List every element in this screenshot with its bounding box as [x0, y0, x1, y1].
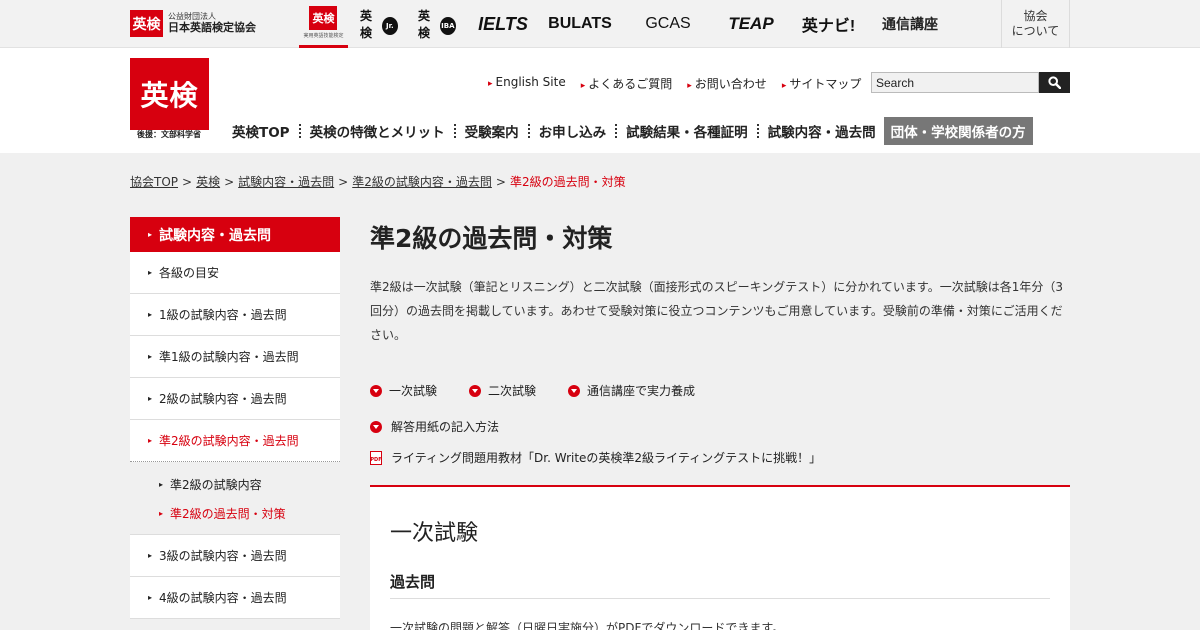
sidebar-subitem-pre2-content[interactable]: 準2級の試験内容 [130, 470, 340, 499]
ielts-logo-text: IELTS [478, 13, 528, 34]
nav-eiken-top[interactable]: 英検TOP [232, 121, 296, 141]
writing-material-pdf-link[interactable]: PDF ライティング問題用教材「Dr. Writeの英検準2級ライティングテスト… [370, 449, 1070, 466]
nav-exam-guide[interactable]: 受験案内 [459, 121, 525, 141]
brand-link-eiken-jr[interactable]: 英検 Jr. [360, 0, 398, 48]
util-link-faq[interactable]: よくあるご質問 [581, 75, 672, 92]
sidebar-item-grade-pre2[interactable]: 準2級の試験内容・過去問 [130, 420, 340, 462]
eiken-navi-logo-text: 英ナビ! [801, 18, 856, 35]
sidebar-item-grade4[interactable]: 4級の試験内容・過去問 [130, 577, 340, 619]
breadcrumb-link-eiken[interactable]: 英検 [196, 175, 220, 189]
eiken-brand-mark: 英検 [309, 6, 338, 30]
brand-link-eiken-iba[interactable]: 英検 IBA [418, 0, 456, 48]
global-nav: 英検TOP 英検の特徴とメリット 受験案内 お申し込み 試験結果・各種証明 試験… [232, 117, 1033, 145]
brand-link-tsushin[interactable]: 通信講座 [879, 0, 941, 48]
utility-nav: English Site よくあるご質問 お問い合わせ サイトマップ [488, 75, 862, 92]
sidebar-subitem-pre2-past-papers[interactable]: 準2級の過去問・対策 [130, 499, 340, 528]
sidebar-item-grade-guide[interactable]: 各級の目安 [130, 252, 340, 294]
answer-sheet-guide-link[interactable]: 解答用紙の記入方法 [370, 418, 1070, 435]
page-title: 準2級の過去問・対策 [370, 224, 613, 253]
writing-material-label: ライティング問題用教材「Dr. Writeの英検準2級ライティングテストに挑戦！… [391, 451, 822, 465]
nav-divider [615, 124, 618, 138]
eiken-iba-word: 英検 [418, 9, 431, 40]
pdf-icon: PDF [370, 450, 382, 465]
org-logo-line2: 日本英語検定協会 [168, 20, 256, 34]
top-brand-bar: 英検 公益財団法人 日本英語検定協会 英検 実用英語技能検定 英検 Jr. 英検… [0, 0, 1200, 48]
brand-link-ielts[interactable]: IELTS [476, 0, 530, 48]
arrow-down-icon [370, 420, 382, 433]
arrow-down-icon [469, 384, 482, 397]
search-icon [1048, 76, 1061, 89]
breadcrumb-link-home[interactable]: 協会TOP [130, 175, 178, 189]
nav-groups-schools[interactable]: 団体・学校関係者の方 [883, 117, 1033, 145]
nav-divider [527, 124, 530, 138]
eiken-jr-badge: Jr. [381, 17, 398, 35]
gcas-logo-text: GCAS [645, 15, 691, 32]
org-logo-mark: 英検 [130, 10, 163, 37]
sidebar: 試験内容・過去問 各級の目安 1級の試験内容・過去問 準1級の試験内容・過去問 … [130, 217, 340, 619]
anchor-link-first-stage[interactable]: 一次試験 [370, 382, 437, 399]
tsushin-link-text: 通信講座 [882, 17, 938, 33]
nav-exam-content[interactable]: 試験内容・過去問 [762, 121, 882, 141]
eiken-iba-badge: IBA [439, 17, 456, 35]
util-link-contact[interactable]: お問い合わせ [687, 75, 767, 92]
first-stage-section: 一次試験 過去問 一次試験の問題と解答（日曜日実施分）がPDFでダウンロードでき… [370, 485, 1070, 630]
section-text: 一次試験の問題と解答（日曜日実施分）がPDFでダウンロードできます。 [390, 621, 785, 630]
util-link-english-site[interactable]: English Site [488, 75, 566, 92]
nav-features[interactable]: 英検の特徴とメリット [304, 121, 451, 141]
org-logo[interactable]: 英検 公益財団法人 日本英語検定協会 [130, 10, 256, 37]
section-subtitle: 過去問 [390, 571, 1050, 599]
main-content: 準2級の過去問・対策 準2級は一次試験（筆記とリスニング）と二次試験（面接形式の… [370, 217, 1070, 466]
brand-link-gcas[interactable]: GCAS [633, 0, 703, 48]
nav-divider [453, 124, 456, 138]
brand-link-eiken-navi[interactable]: 英ナビ! [800, 0, 857, 48]
brand-link-bulats[interactable]: BULATS [548, 0, 612, 48]
nav-apply[interactable]: お申し込み [533, 121, 613, 141]
site-search [871, 72, 1070, 93]
sidebar-subnav: 準2級の試験内容 準2級の過去問・対策 [130, 462, 340, 535]
logo-caption: 後援：文部科学省 [137, 130, 201, 139]
anchor-link-second-stage[interactable]: 二次試験 [469, 382, 536, 399]
anchor-link-label: 一次試験 [389, 384, 438, 398]
section-title: 一次試験 [390, 521, 479, 546]
nav-results[interactable]: 試験結果・各種証明 [620, 121, 754, 141]
sidebar-item-grade-pre1[interactable]: 準1級の試験内容・過去問 [130, 336, 340, 378]
anchor-link-correspondence-course[interactable]: 通信講座で実力養成 [568, 382, 695, 399]
breadcrumb: 協会TOP > 英検 > 試験内容・過去問 > 準2級の試験内容・過去問 > 準2級の過去問・対… [130, 175, 626, 189]
answer-sheet-guide-label: 解答用紙の記入方法 [391, 420, 500, 434]
about-link-line1: 協会 [1023, 9, 1048, 23]
breadcrumb-current: 準2級の過去問・対策 [509, 175, 626, 189]
about-link-line2: について [1011, 24, 1060, 38]
arrow-down-icon [370, 384, 382, 397]
sidebar-item-grade3[interactable]: 3級の試験内容・過去問 [130, 535, 340, 577]
site-header: 英検 後援：文部科学省 English Site よくあるご質問 お問い合わせ … [0, 48, 1200, 153]
anchor-link-label: 通信講座で実力養成 [587, 384, 696, 398]
bulats-logo-text: BULATS [548, 15, 612, 32]
nav-divider [298, 124, 301, 138]
search-input[interactable] [871, 72, 1039, 93]
brand-link-teap[interactable]: TEAP [725, 0, 777, 48]
intro-text: 準2級は一次試験（筆記とリスニング）と二次試験（面接形式のスピーキングテスト）に… [370, 280, 1063, 342]
breadcrumb-link-exam-content[interactable]: 試験内容・過去問 [238, 175, 334, 189]
anchor-links: 一次試験 二次試験 通信講座で実力養成 [370, 382, 1070, 399]
anchor-link-label: 二次試験 [488, 384, 537, 398]
search-button[interactable] [1039, 72, 1070, 93]
sidebar-heading[interactable]: 試験内容・過去問 [130, 217, 340, 252]
about-association-link[interactable]: 協会 について [1001, 0, 1070, 48]
eiken-jr-word: 英検 [360, 9, 373, 40]
util-link-sitemap[interactable]: サイトマップ [782, 75, 861, 92]
sidebar-item-grade2[interactable]: 2級の試験内容・過去問 [130, 378, 340, 420]
sidebar-item-grade1[interactable]: 1級の試験内容・過去問 [130, 294, 340, 336]
eiken-main-logo[interactable]: 英検 [130, 58, 209, 130]
brand-link-eiken[interactable]: 英検 実用英語技能検定 [299, 0, 348, 48]
arrow-down-icon [568, 384, 581, 397]
breadcrumb-link-pre2-content[interactable]: 準2級の試験内容・過去問 [352, 175, 492, 189]
eiken-brand-caption: 実用英語技能検定 [303, 33, 344, 39]
nav-divider [756, 124, 759, 138]
teap-logo-text: TEAP [728, 14, 774, 33]
